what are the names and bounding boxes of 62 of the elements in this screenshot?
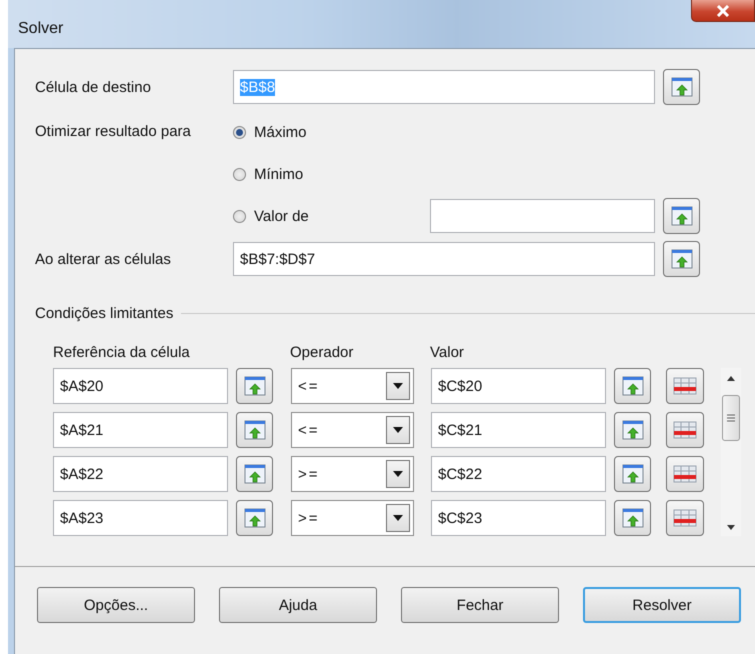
shrink-button[interactable] xyxy=(663,69,700,105)
radio-option[interactable]: Valor de xyxy=(233,208,430,224)
input-field[interactable]: $C$20 xyxy=(431,368,606,404)
input-field[interactable]: $C$22 xyxy=(431,456,606,492)
input-field[interactable]: $B$7:$D$7 xyxy=(233,242,655,276)
dialog-button[interactable]: Resolver xyxy=(583,587,741,623)
field-label: Otimizar resultado para xyxy=(35,122,192,142)
scroll-down-icon xyxy=(727,525,735,530)
table-row-icon xyxy=(673,377,697,395)
shrink-button[interactable] xyxy=(236,456,273,492)
column-header: Operador xyxy=(290,344,354,363)
input-field[interactable]: $A$20 xyxy=(53,368,228,404)
column-header: Referência da célula xyxy=(53,344,191,363)
shrink-button[interactable] xyxy=(663,198,700,234)
input-field[interactable]: $A$22 xyxy=(53,456,228,492)
shrink-button[interactable] xyxy=(614,368,651,404)
delete-row-button[interactable] xyxy=(666,368,704,404)
scroll-thumb[interactable] xyxy=(722,395,740,441)
input-field[interactable]: $A$21 xyxy=(53,412,228,448)
radio-button[interactable] xyxy=(233,210,246,222)
dropdown-arrow-icon xyxy=(393,471,403,477)
input-field[interactable]: $C$23 xyxy=(431,500,606,536)
shrink-button[interactable] xyxy=(614,412,651,448)
section-title: Condições limitantes xyxy=(35,305,174,322)
input-field[interactable]: $A$23 xyxy=(53,500,228,536)
dialog-button[interactable]: Ajuda xyxy=(219,587,377,623)
scroll-up-icon xyxy=(727,376,735,381)
shrink-button[interactable] xyxy=(663,241,700,277)
shrink-button[interactable] xyxy=(614,456,651,492)
dialog-button[interactable]: Opções... xyxy=(37,587,195,623)
dropdown-arrow-icon xyxy=(393,515,403,521)
table-row-icon xyxy=(673,465,697,483)
close-icon xyxy=(715,4,731,16)
delete-row-button[interactable] xyxy=(666,500,704,536)
delete-row-button[interactable] xyxy=(666,412,704,448)
delete-row-button[interactable] xyxy=(666,456,704,492)
operator-dropdown[interactable]: <= xyxy=(291,368,414,404)
shrink-button[interactable] xyxy=(236,368,273,404)
input-field[interactable]: $C$21 xyxy=(431,412,606,448)
dialog-button[interactable]: Fechar xyxy=(401,587,559,623)
field-value: $B$8 xyxy=(240,78,276,96)
input-field[interactable] xyxy=(430,199,655,233)
table-row-icon xyxy=(673,509,697,527)
scrollbar[interactable] xyxy=(721,368,741,536)
radio-option[interactable]: Mínimo xyxy=(233,166,430,182)
shrink-button[interactable] xyxy=(236,500,273,536)
dropdown-arrow-icon xyxy=(393,427,403,433)
column-header: Valor xyxy=(430,344,464,363)
shrink-button[interactable] xyxy=(614,500,651,536)
close-button[interactable] xyxy=(691,0,755,22)
operator-dropdown[interactable]: >= xyxy=(291,456,414,492)
operator-dropdown[interactable]: <= xyxy=(291,412,414,448)
window-title: Solver xyxy=(17,20,64,39)
radio-button[interactable] xyxy=(233,126,246,138)
shrink-button[interactable] xyxy=(236,412,273,448)
field-label: Ao alterar as células xyxy=(35,250,172,268)
table-row-icon xyxy=(673,421,697,439)
dropdown-arrow-icon xyxy=(393,383,403,389)
radio-button[interactable] xyxy=(233,168,246,180)
field-label: Célula de destino xyxy=(35,78,152,96)
operator-dropdown[interactable]: >= xyxy=(291,500,414,536)
radio-option[interactable]: Máximo xyxy=(233,124,430,140)
